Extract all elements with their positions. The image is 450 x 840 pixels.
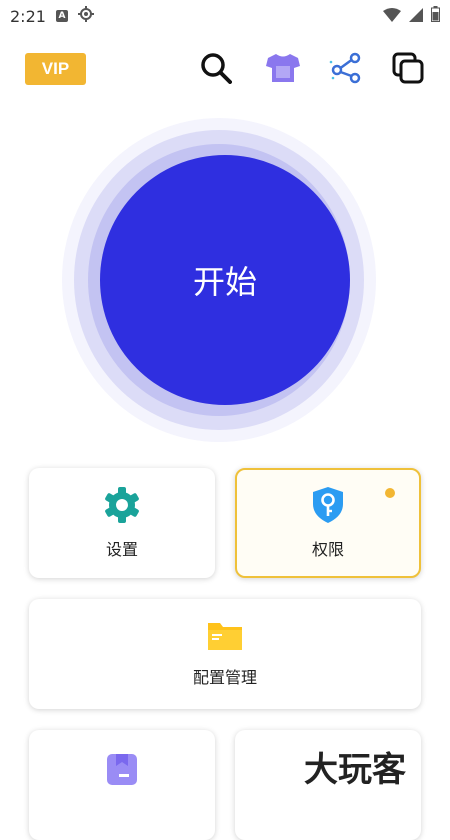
config-management-card[interactable]: 配置管理 xyxy=(29,599,421,709)
permissions-label: 权限 xyxy=(311,540,344,559)
top-bar: VIP xyxy=(0,48,450,92)
notification-dot xyxy=(385,488,395,498)
start-area: 开始 xyxy=(62,118,376,442)
gps-icon xyxy=(77,6,94,26)
share-icon[interactable] xyxy=(327,50,363,86)
search-icon[interactable] xyxy=(198,50,234,86)
bookmark-box-icon xyxy=(106,752,138,790)
notification-a-icon: A xyxy=(55,10,68,22)
status-bar: 2:21 A xyxy=(0,0,450,32)
battery-icon xyxy=(431,6,440,26)
watermark-logo: 大玩客 xyxy=(304,749,406,790)
permissions-card[interactable]: 权限 xyxy=(235,468,421,578)
gear-icon xyxy=(103,486,141,528)
wifi-icon xyxy=(383,7,401,26)
signal-icon xyxy=(409,7,423,26)
bottom-left-card[interactable] xyxy=(29,730,215,840)
settings-card[interactable]: 设置 xyxy=(29,468,215,578)
status-time: 2:21 xyxy=(10,6,46,26)
settings-label: 设置 xyxy=(105,540,138,559)
start-button[interactable]: 开始 xyxy=(100,155,350,405)
shield-key-icon xyxy=(311,486,345,528)
vip-button[interactable]: VIP xyxy=(25,53,86,85)
config-management-label: 配置管理 xyxy=(192,668,257,687)
folder-icon xyxy=(207,620,243,656)
tshirt-icon[interactable] xyxy=(265,50,301,86)
copy-icon[interactable] xyxy=(390,50,426,86)
